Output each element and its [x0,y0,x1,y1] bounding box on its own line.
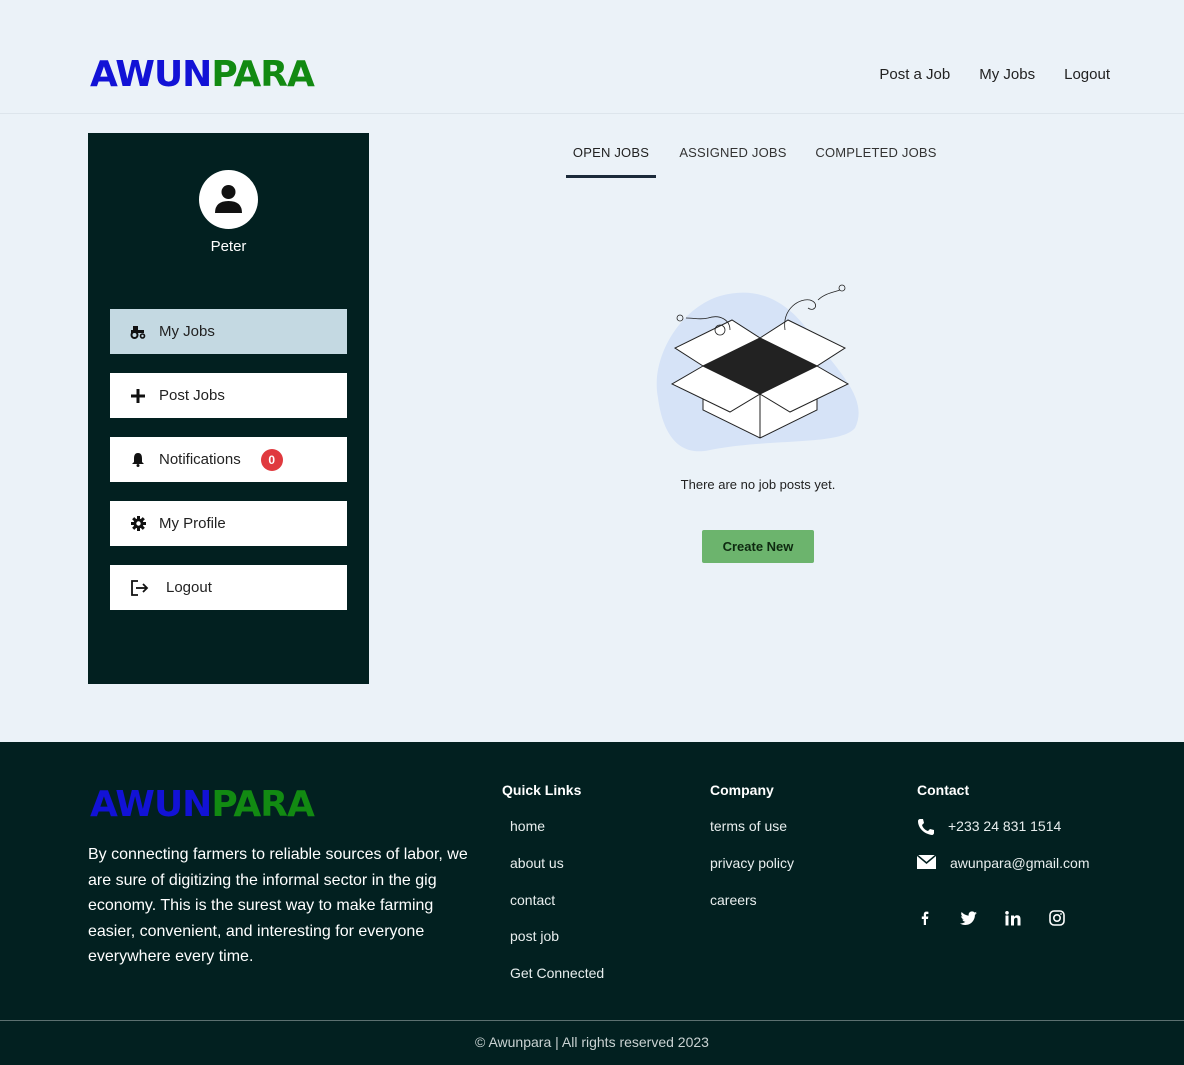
contact-phone[interactable]: +233 24 831 1514 [948,818,1061,834]
footer-link-contact[interactable]: contact [510,892,555,908]
instagram-icon[interactable] [1047,908,1067,928]
user-icon [215,185,242,213]
footer-link-terms[interactable]: terms of use [710,818,787,834]
brand-logo-part2: PARA [211,54,315,95]
sidebar-item-label: Logout [166,579,212,596]
footer: AWUNPARA By connecting farmers to reliab… [0,742,1184,1065]
footer-contact-title: Contact [917,782,970,798]
social-links [915,908,1067,928]
facebook-icon[interactable] [915,908,935,928]
footer-brand-logo[interactable]: AWUNPARA [90,784,315,826]
nav-my-jobs-link[interactable]: My Jobs [979,66,1035,84]
top-nav: Post a Job My Jobs Logout [879,66,1110,84]
nav-logout-link[interactable]: Logout [1064,66,1110,84]
envelope-icon [916,854,937,874]
sign-out-icon [130,579,150,596]
sidebar-item-my-jobs[interactable]: My Jobs [110,309,347,354]
brand-logo[interactable]: AWUNPARA [90,54,315,96]
footer-company-title: Company [710,782,774,798]
contact-email[interactable]: awunpara@gmail.com [950,855,1090,871]
footer-link-home[interactable]: home [510,818,545,834]
tractor-icon [130,324,146,340]
avatar [199,170,258,229]
username: Peter [210,238,247,255]
footer-link-post-job[interactable]: post job [510,928,559,944]
sidebar-item-notifications[interactable]: Notifications 0 [110,437,347,482]
empty-box-illustration [650,278,870,463]
create-new-button[interactable]: Create New [702,530,814,563]
sidebar-item-label: My Profile [159,515,226,532]
footer-link-careers[interactable]: careers [710,892,757,908]
footer-divider [0,1020,1184,1021]
linkedin-icon[interactable] [1003,908,1023,928]
sidebar-item-post-jobs[interactable]: Post Jobs [110,373,347,418]
sidebar-item-label: Notifications [159,451,241,468]
notification-count-badge: 0 [260,448,283,471]
phone-icon [917,818,935,840]
sidebar-item-my-profile[interactable]: My Profile [110,501,347,546]
tab-open-jobs[interactable]: OPEN JOBS [566,140,656,178]
footer-quick-links-title: Quick Links [502,782,582,798]
sidebar-item-label: Post Jobs [159,387,225,404]
footer-link-about-us[interactable]: about us [510,855,564,871]
copyright-text: © Awunpara | All rights reserved 2023 [475,1034,709,1050]
bell-icon [130,452,146,468]
header: AWUNPARA Post a Job My Jobs Logout [0,0,1184,114]
plus-icon [130,388,146,404]
footer-brand-logo-part2: PARA [211,784,315,825]
sidebar: Peter My Jobs Post Jobs Notifications 0 … [88,133,369,684]
footer-about-text: By connecting farmers to reliable source… [88,846,468,965]
brand-logo-part1: AWUN [90,54,212,95]
sidebar-item-logout[interactable]: Logout [110,565,347,610]
nav-post-job-link[interactable]: Post a Job [879,66,950,84]
tab-assigned-jobs[interactable]: ASSIGNED JOBS [676,140,790,178]
sidebar-item-label: My Jobs [159,323,215,340]
footer-link-privacy[interactable]: privacy policy [710,855,794,871]
footer-brand-logo-part1: AWUN [90,784,212,825]
tab-completed-jobs[interactable]: COMPLETED JOBS [814,140,938,178]
footer-link-get-connected[interactable]: Get Connected [510,965,604,981]
empty-state-message: There are no job posts yet. [680,477,836,492]
gear-icon [130,516,146,532]
twitter-icon[interactable] [959,908,979,928]
